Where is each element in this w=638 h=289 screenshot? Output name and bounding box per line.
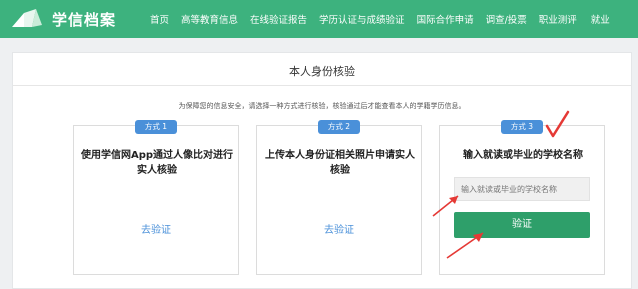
school-name-input[interactable]: [454, 177, 590, 201]
nav-home[interactable]: 首页: [150, 12, 169, 26]
nav-international[interactable]: 国际合作申请: [417, 12, 474, 26]
divider: [13, 85, 631, 86]
nav-higher-education[interactable]: 高等教育信息: [181, 12, 238, 26]
brand-title[interactable]: 学信档案: [52, 9, 116, 30]
nav-career-test[interactable]: 职业测评: [539, 12, 577, 26]
go-verify-link[interactable]: 去验证: [74, 221, 238, 236]
nav-degree-certification[interactable]: 学历认证与成绩验证: [319, 12, 405, 26]
method-description: 输入就读或毕业的学校名称: [463, 150, 583, 161]
method-badge: 方式 3: [501, 120, 543, 134]
go-verify-link[interactable]: 去验证: [257, 221, 421, 236]
page-title: 本人身份核验: [289, 65, 355, 78]
top-header: 学信档案 首页 高等教育信息 在线验证报告 学历认证与成绩验证 国际合作申请 调…: [0, 0, 638, 38]
nav-employment[interactable]: 就业: [591, 12, 610, 26]
method-description: 上传本人身份证相关照片申请实人核验: [265, 150, 415, 176]
nav-survey[interactable]: 调查/投票: [486, 12, 527, 26]
method-badge: 方式 1: [135, 120, 177, 134]
logo-icon[interactable]: [10, 7, 44, 31]
method-card-2: 方式 2 上传本人身份证相关照片申请实人核验 去验证: [256, 120, 422, 275]
nav-online-report[interactable]: 在线验证报告: [250, 12, 307, 26]
method-card-1: 方式 1 使用学信网App通过人像比对进行实人核验 去验证: [73, 120, 239, 275]
method-badge: 方式 2: [318, 120, 360, 134]
identity-verification-panel: 本人身份核验 为保障您的信息安全，请选择一种方式进行核验，核验通过后才能查看本人…: [12, 52, 632, 289]
method-description: 使用学信网App通过人像比对进行实人核验: [80, 150, 234, 176]
verify-button[interactable]: 验证: [454, 212, 590, 238]
security-notice: 为保障您的信息安全，请选择一种方式进行核验，核验通过后才能查看本人的学籍学历信息…: [178, 102, 466, 110]
main-nav: 首页 高等教育信息 在线验证报告 学历认证与成绩验证 国际合作申请 调查/投票 …: [150, 0, 622, 38]
method-card-3: 方式 3 输入就读或毕业的学校名称 验证: [439, 120, 605, 275]
